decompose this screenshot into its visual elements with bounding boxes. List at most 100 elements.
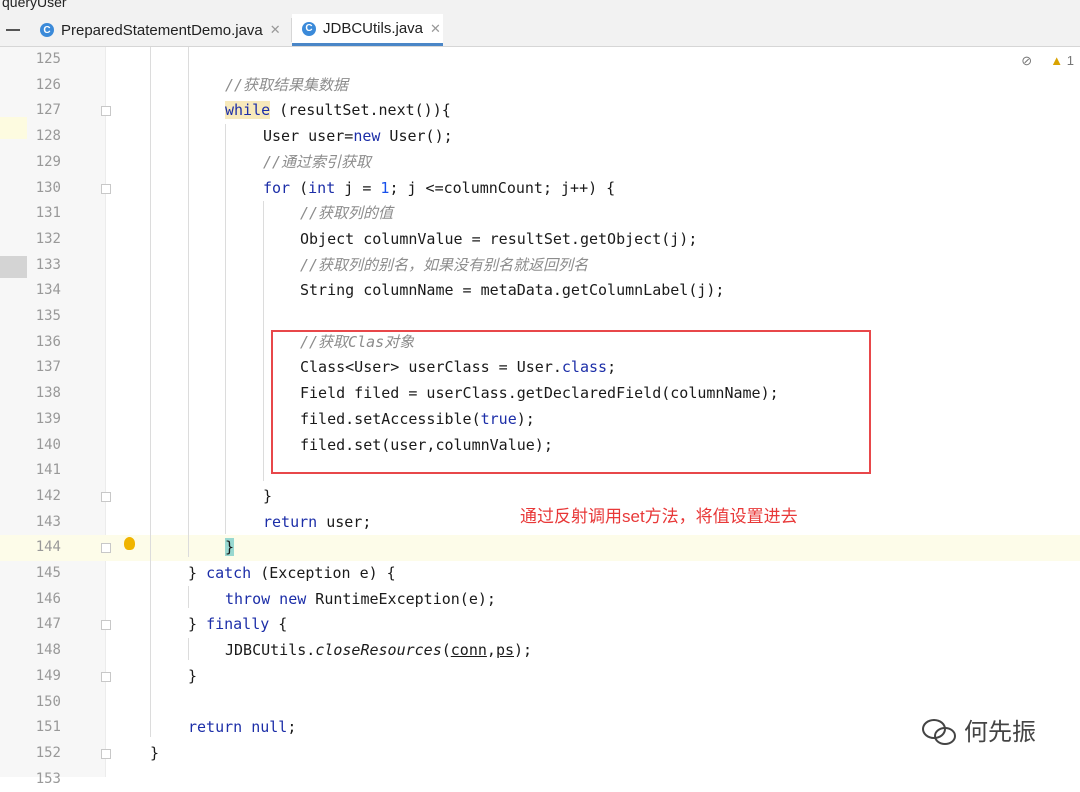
line-number: 135 — [35, 308, 61, 324]
code-text: } — [225, 538, 235, 557]
code-line: 130 for (int j = 1; j <=columnCount; j++… — [0, 176, 1080, 202]
annotation-text: 通过反射调用set方法，将值设置进去 — [520, 507, 798, 526]
fold-icon[interactable] — [101, 620, 111, 631]
code-text: JDBCUtils.closeResources(conn,ps); — [225, 641, 533, 660]
indent-guide — [263, 201, 264, 481]
indent-guide — [225, 124, 226, 534]
code-line: 131 //获取列的值 — [0, 201, 1080, 227]
code-text: User user=new User(); — [263, 127, 453, 146]
line-number: 144 — [35, 539, 61, 556]
fold-icon[interactable] — [101, 106, 111, 117]
code-line: 132 Object columnValue = resultSet.getOb… — [0, 227, 1080, 253]
indent-guide — [188, 47, 189, 557]
line-number: 129 — [35, 153, 61, 170]
code-line: 129 //通过索引获取 — [0, 150, 1080, 176]
fold-icon[interactable] — [101, 491, 111, 502]
line-number: 127 — [35, 102, 61, 119]
line-number: 143 — [35, 513, 61, 530]
code-line: 151 return null; — [0, 715, 1080, 741]
line-number: 136 — [35, 333, 61, 350]
breadcrumb[interactable]: queryUser — [2, 0, 67, 10]
line-number: 140 — [35, 436, 61, 453]
code-line: 127 while (resultSet.next()){ — [0, 98, 1080, 124]
fold-icon[interactable] — [101, 671, 111, 682]
code-text: } catch (Exception e) { — [188, 564, 396, 582]
code-line: 148 JDBCUtils.closeResources(conn,ps); — [0, 638, 1080, 664]
line-number: 151 — [35, 719, 61, 736]
annotation-box — [271, 330, 871, 474]
line-number: 137 — [35, 359, 61, 376]
indent-guide — [188, 586, 189, 608]
code-line: 152 } — [0, 741, 1080, 767]
line-number: 141 — [35, 462, 61, 479]
watermark: 何先振 — [920, 712, 1036, 747]
code-text: throw new RuntimeException(e); — [225, 589, 496, 608]
code-text: } — [150, 743, 160, 762]
line-number: 139 — [35, 410, 61, 427]
line-number: 130 — [35, 179, 61, 196]
code-text: } finally { — [188, 615, 288, 634]
code-line-current: 144 } — [0, 535, 1080, 561]
tab-jdbcutils[interactable]: C JDBCUtils.java ✕ — [292, 14, 443, 46]
tab-label: PreparedStatementDemo.java — [61, 21, 263, 39]
fold-icon[interactable] — [101, 748, 111, 759]
code-line: 150 — [0, 690, 1080, 716]
code-line: 134 String columnName = metaData.getColu… — [0, 278, 1080, 304]
code-text: //获取列的值 — [300, 204, 394, 223]
line-number: 142 — [35, 487, 61, 504]
line-number: 125 — [35, 51, 61, 67]
code-line: 149 } — [0, 664, 1080, 690]
code-line: 135 — [0, 304, 1080, 330]
code-line: 146 throw new RuntimeException(e); — [0, 587, 1080, 613]
tab-prepared-statement-demo[interactable]: C PreparedStatementDemo.java ✕ — [40, 14, 281, 46]
fold-icon[interactable] — [101, 183, 111, 194]
indent-guide — [150, 47, 151, 737]
line-number: 146 — [35, 590, 61, 607]
line-number: 150 — [35, 693, 61, 710]
line-number: 133 — [35, 256, 61, 273]
close-icon[interactable]: ✕ — [430, 21, 441, 37]
code-text: Object columnValue = resultSet.getObject… — [300, 229, 698, 248]
close-icon[interactable]: ✕ — [270, 22, 281, 38]
watermark-text: 何先振 — [964, 719, 1036, 746]
line-number: 145 — [35, 565, 61, 581]
code-line: 153 — [0, 767, 1080, 792]
java-class-icon: C — [302, 21, 316, 36]
code-line: 125 — [0, 47, 1080, 73]
code-text: while (resultSet.next()){ — [225, 101, 451, 120]
line-number: 147 — [35, 616, 61, 633]
line-number: 153 — [35, 770, 61, 787]
code-text: return user; — [263, 512, 372, 531]
code-line: 133 //获取列的别名，如果没有别名就返回列名 — [0, 253, 1080, 279]
line-number: 126 — [35, 76, 61, 93]
title-bar: queryUser — [0, 0, 1080, 14]
lightbulb-icon[interactable] — [124, 537, 135, 551]
code-text: //获取结果集数据 — [225, 75, 349, 94]
line-number: 138 — [35, 385, 61, 402]
code-line: 145 } catch (Exception e) { — [0, 561, 1080, 587]
wechat-icon — [920, 716, 956, 745]
code-text: } — [263, 486, 273, 505]
collapse-icon[interactable] — [6, 29, 20, 31]
line-number: 148 — [35, 642, 61, 659]
line-number: 149 — [35, 667, 61, 684]
line-number: 128 — [35, 128, 61, 145]
fold-icon[interactable] — [101, 543, 111, 554]
line-number: 132 — [35, 230, 61, 247]
code-text: //通过索引获取 — [263, 152, 372, 171]
code-text: String columnName = metaData.getColumnLa… — [300, 281, 725, 300]
code-text: return null; — [188, 718, 297, 737]
tab-label: JDBCUtils.java — [323, 20, 424, 37]
line-number: 134 — [35, 282, 61, 299]
code-text: //获取列的别名，如果没有别名就返回列名 — [300, 255, 589, 274]
code-line: 126 //获取结果集数据 — [0, 73, 1080, 99]
code-line: 128 User user=new User(); — [0, 124, 1080, 150]
editor-tab-bar: C PreparedStatementDemo.java ✕ C JDBCUti… — [0, 14, 1080, 47]
indent-guide — [188, 638, 189, 660]
java-class-icon: C — [40, 23, 54, 37]
code-text: for (int j = 1; j <=columnCount; j++) { — [263, 178, 616, 197]
code-line: 147 } finally { — [0, 612, 1080, 638]
line-number: 131 — [35, 205, 61, 222]
code-text: } — [188, 666, 198, 685]
line-number: 152 — [35, 744, 61, 761]
